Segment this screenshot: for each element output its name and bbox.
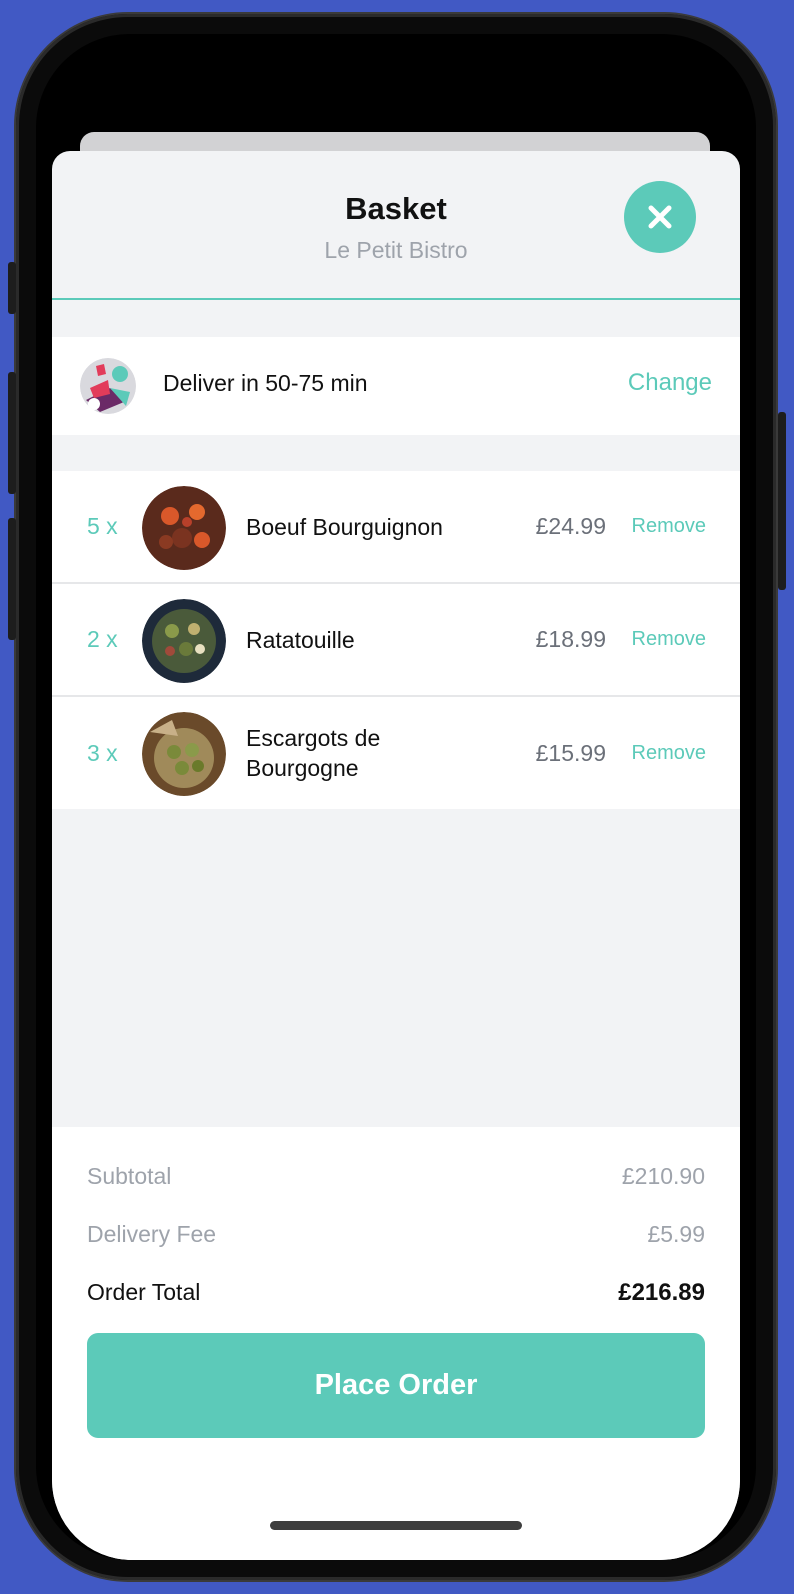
remove-item-button[interactable]: Remove bbox=[632, 697, 706, 809]
order-total-label: Order Total bbox=[87, 1279, 201, 1305]
delivery-time: Deliver in 50-75 min bbox=[163, 370, 368, 396]
delivery-fee-row: Delivery Fee £5.99 bbox=[87, 1221, 705, 1248]
item-image bbox=[142, 712, 226, 796]
basket-item: 5 x Boeuf Bourguignon £24.99 Remove bbox=[52, 471, 740, 584]
phone-screen: Basket Le Petit Bistro Deliver in 50-75 … bbox=[36, 34, 756, 1560]
item-price: £24.99 bbox=[535, 513, 606, 539]
home-indicator[interactable] bbox=[270, 1521, 522, 1530]
delivery-fee-value: £5.99 bbox=[647, 1221, 705, 1247]
basket-item: 3 x Escargots de Bourgogne £15.99 Remove bbox=[52, 697, 740, 809]
place-order-button[interactable]: Place Order bbox=[87, 1333, 705, 1438]
delivery-row: Deliver in 50-75 min Change bbox=[52, 337, 740, 435]
delivery-fee-label: Delivery Fee bbox=[87, 1221, 217, 1247]
change-delivery-button[interactable]: Change bbox=[628, 369, 712, 397]
item-quantity[interactable]: 2 x bbox=[87, 584, 118, 695]
item-name: Ratatouille bbox=[246, 626, 355, 653]
basket-header: Basket Le Petit Bistro bbox=[52, 151, 740, 300]
item-quantity[interactable]: 5 x bbox=[87, 471, 118, 582]
basket-item: 2 x Ratatouille £18.99 Remove bbox=[52, 584, 740, 697]
item-name: Escargots de Bourgogne bbox=[246, 725, 381, 781]
item-price: £18.99 bbox=[535, 626, 606, 652]
subtotal-value: £210.90 bbox=[621, 1163, 705, 1189]
close-button[interactable] bbox=[624, 181, 696, 253]
delivery-rider-icon bbox=[80, 358, 136, 414]
remove-item-button[interactable]: Remove bbox=[632, 584, 706, 695]
subtotal-label: Subtotal bbox=[87, 1163, 172, 1189]
item-image bbox=[142, 486, 226, 570]
volume-up-button bbox=[8, 372, 16, 494]
order-summary: Subtotal £210.90 Delivery Fee £5.99 Orde… bbox=[52, 1127, 740, 1560]
volume-down-button bbox=[8, 518, 16, 640]
remove-item-button[interactable]: Remove bbox=[632, 471, 706, 582]
item-name: Boeuf Bourguignon bbox=[246, 513, 443, 540]
subtotal-row: Subtotal £210.90 bbox=[87, 1163, 705, 1190]
power-button bbox=[778, 412, 786, 590]
basket-sheet: Basket Le Petit Bistro Deliver in 50-75 … bbox=[52, 151, 740, 1560]
item-quantity[interactable]: 3 x bbox=[87, 697, 118, 809]
item-image bbox=[142, 599, 226, 683]
mute-switch bbox=[8, 262, 16, 314]
order-total-value: £216.89 bbox=[618, 1279, 705, 1306]
basket-items: 5 x Boeuf Bourguignon £24.99 Remove 2 x … bbox=[52, 471, 740, 809]
order-total-row: Order Total £216.89 bbox=[87, 1279, 705, 1307]
close-icon bbox=[648, 205, 672, 229]
item-price: £15.99 bbox=[535, 739, 606, 766]
